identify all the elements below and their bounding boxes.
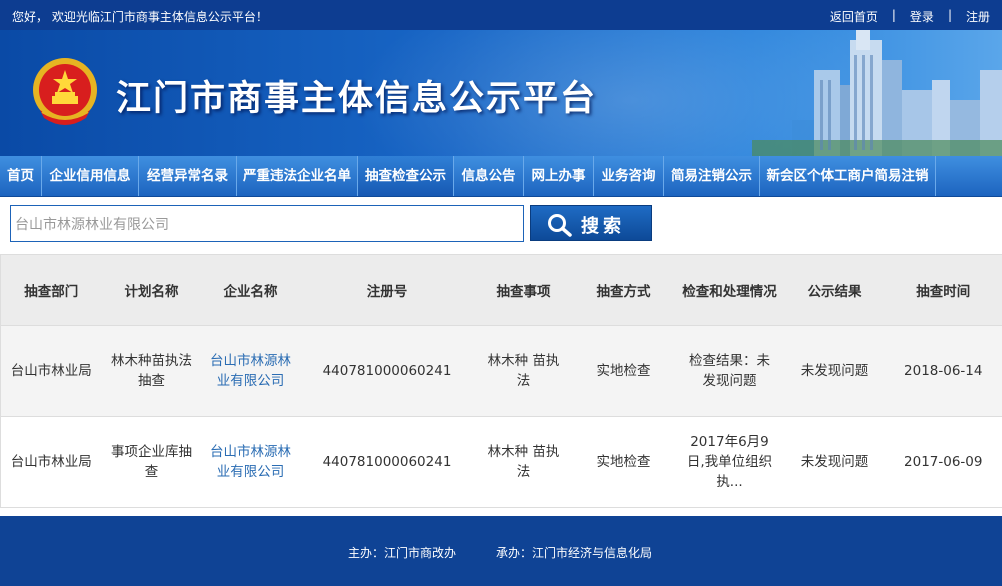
- column-header: 计划名称: [101, 254, 202, 326]
- header-banner: 江门市商事主体信息公示平台: [0, 30, 1002, 156]
- column-header: 检查和处理情况: [674, 254, 785, 326]
- results-table: 抽查部门 计划名称 企业名称 注册号 抽查事项 抽查方式 检查和处理情况 公示结…: [0, 254, 1002, 508]
- nav-xinhui-cancellation[interactable]: 新会区个体工商户简易注销: [760, 156, 936, 196]
- cell-company-link[interactable]: 台山市林源林业有限公司: [201, 325, 300, 417]
- footer: 主办：江门市商改办 承办：江门市经济与信息化局: [0, 516, 1002, 586]
- cell-plan-name: 事项企业库抽查: [101, 416, 202, 508]
- search-icon: [548, 214, 572, 237]
- cell-result-detail[interactable]: 2017年6月9日,我单位组织执...: [674, 416, 785, 508]
- top-links: 返回首页 | 登录 | 注册: [830, 8, 990, 25]
- national-emblem-icon: [33, 58, 97, 125]
- nav-home[interactable]: 首页: [0, 156, 42, 196]
- top-bar: 您好， 欢迎光临江门市商事主体信息公示平台！ 返回首页 | 登录 | 注册: [0, 0, 1002, 30]
- column-header: 注册号: [299, 254, 475, 326]
- cell-reg-no: 440781000060241: [299, 325, 475, 417]
- cell-department: 台山市林业局: [0, 416, 102, 508]
- column-header: 公示结果: [784, 254, 885, 326]
- cell-reg-no: 440781000060241: [299, 416, 475, 508]
- nav-online-service[interactable]: 网上办事: [524, 156, 594, 196]
- city-skyline-image: [752, 30, 1002, 156]
- nav-announcement[interactable]: 信息公告: [454, 156, 524, 196]
- cell-check-item: 林木种 苗执法: [474, 325, 573, 417]
- table-row: 台山市林业局 事项企业库抽查 台山市林源林业有限公司 4407810000602…: [0, 416, 1002, 508]
- column-header: 抽查时间: [884, 254, 1002, 326]
- cell-check-date: 2018-06-14: [884, 325, 1002, 417]
- footer-sponsor: 主办：江门市商改办: [348, 546, 457, 560]
- link-home[interactable]: 返回首页: [830, 8, 878, 25]
- nav-simple-cancellation[interactable]: 简易注销公示: [664, 156, 760, 196]
- nav-consultation[interactable]: 业务咨询: [594, 156, 664, 196]
- cell-company-link[interactable]: 台山市林源林业有限公司: [201, 416, 300, 508]
- search-input[interactable]: [10, 205, 524, 242]
- link-login[interactable]: 登录: [910, 8, 934, 25]
- column-header: 企业名称: [201, 254, 300, 326]
- footer-organizer: 承办：江门市经济与信息化局: [496, 546, 653, 560]
- nav-spot-check[interactable]: 抽查检查公示: [358, 156, 454, 196]
- cell-department: 台山市林业局: [0, 325, 102, 417]
- separator: |: [947, 8, 952, 22]
- welcome-text: 您好， 欢迎光临江门市商事主体信息公示平台！: [12, 10, 268, 24]
- cell-check-date: 2017-06-09: [884, 416, 1002, 508]
- main-nav: 首页 企业信用信息 经营异常名录 严重违法企业名单 抽查检查公示 信息公告 网上…: [0, 156, 1002, 197]
- cell-check-method: 实地检查: [572, 325, 675, 417]
- search-button-label: 搜索: [581, 216, 625, 236]
- column-header: 抽查事项: [474, 254, 573, 326]
- separator: |: [891, 8, 896, 22]
- cell-plan-name: 林木种苗执法抽查: [101, 325, 202, 417]
- link-register[interactable]: 注册: [966, 8, 990, 25]
- table-row: 台山市林业局 林木种苗执法抽查 台山市林源林业有限公司 440781000060…: [0, 325, 1002, 417]
- cell-public-result: 未发现问题: [784, 416, 885, 508]
- table-header-row: 抽查部门 计划名称 企业名称 注册号 抽查事项 抽查方式 检查和处理情况 公示结…: [0, 254, 1002, 326]
- site-title: 江门市商事主体信息公示平台: [116, 79, 598, 119]
- nav-enterprise-credit[interactable]: 企业信用信息: [42, 156, 139, 196]
- cell-public-result: 未发现问题: [784, 325, 885, 417]
- cell-check-method: 实地检查: [572, 416, 675, 508]
- column-header: 抽查部门: [0, 254, 102, 326]
- search-button[interactable]: 搜索: [530, 205, 652, 241]
- cell-result-detail: 检查结果：未发现问题: [674, 325, 785, 417]
- column-header: 抽查方式: [572, 254, 675, 326]
- nav-illegal-list[interactable]: 严重违法企业名单: [237, 156, 358, 196]
- nav-abnormal-list[interactable]: 经营异常名录: [139, 156, 237, 196]
- cell-check-item: 林木种 苗执法: [474, 416, 573, 508]
